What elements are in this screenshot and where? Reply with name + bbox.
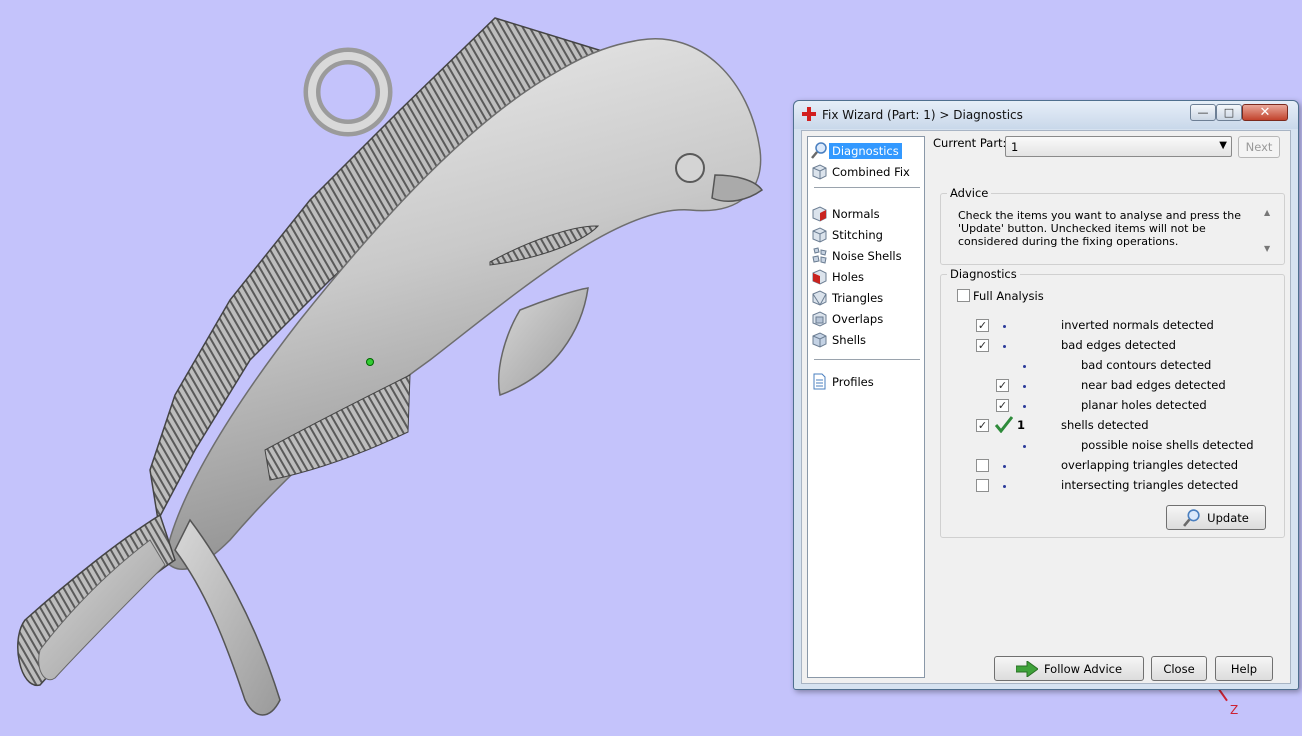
- nav-item-label: Overlaps: [832, 311, 884, 326]
- row-label-overlapping: overlapping triangles detected: [1061, 458, 1239, 472]
- current-part-select[interactable]: 1 ▼: [1005, 136, 1232, 157]
- pick-marker: [366, 358, 374, 366]
- fix-wizard-dialog: Fix Wizard (Part: 1) > Diagnostics — □ ✕…: [793, 100, 1299, 690]
- row-label-inverted-normals: inverted normals detected: [1061, 318, 1214, 332]
- nav-item-noise-shells[interactable]: Noise Shells: [811, 246, 921, 265]
- diagnostics-legend: Diagnostics: [947, 267, 1020, 281]
- holes-cube-icon: [812, 269, 827, 285]
- dialog-title: Fix Wizard (Part: 1) > Diagnostics: [822, 108, 1023, 122]
- help-button[interactable]: Help: [1215, 656, 1273, 681]
- nav-item-diagnostics[interactable]: Diagnostics: [811, 141, 921, 160]
- advice-text: Check the items you want to analyse and …: [958, 209, 1241, 248]
- row-checkbox-overlapping[interactable]: [976, 459, 989, 472]
- nav-item-label: Normals: [832, 206, 880, 221]
- shells-count: 1: [1017, 418, 1026, 432]
- z-axis-label: Z: [1230, 703, 1239, 717]
- nav-item-triangles[interactable]: Triangles: [811, 288, 921, 307]
- status-bullet: [1023, 385, 1026, 388]
- nav-item-combined-fix[interactable]: Combined Fix: [811, 162, 921, 181]
- red-cross-icon: [802, 107, 816, 121]
- status-bullet: [1003, 485, 1006, 488]
- magnifier-icon: [811, 142, 827, 159]
- row-checkbox-planar-holes[interactable]: ✓: [996, 399, 1009, 412]
- normals-cube-icon: [812, 206, 827, 222]
- nav-item-label: Shells: [832, 332, 867, 347]
- chevron-down-icon: ▼: [1219, 140, 1227, 151]
- row-checkbox-bad-edges[interactable]: ✓: [976, 339, 989, 352]
- scroll-down-icon[interactable]: ▼: [1264, 244, 1270, 253]
- fish-eye: [675, 153, 705, 183]
- row-label-intersecting: intersecting triangles detected: [1061, 478, 1239, 492]
- status-bullet: [1023, 365, 1026, 368]
- row-label-shells: shells detected: [1061, 418, 1149, 432]
- pelvic-fin: [497, 287, 589, 397]
- cube-icon: [812, 164, 827, 180]
- nav-item-label: Triangles: [832, 290, 884, 305]
- nav-item-stitching[interactable]: Stitching: [811, 225, 921, 244]
- ok-checkmark-icon: [995, 416, 1013, 433]
- close-window-button[interactable]: ✕: [1242, 104, 1288, 121]
- next-button[interactable]: Next: [1238, 136, 1280, 158]
- dialog-client: Diagnostics Combined Fix Normals Stitchi…: [801, 130, 1291, 684]
- row-checkbox-intersecting[interactable]: [976, 479, 989, 492]
- stitching-cube-icon: [812, 227, 827, 243]
- row-label-near-bad-edges: near bad edges detected: [1081, 378, 1226, 392]
- title-bar[interactable]: Fix Wizard (Part: 1) > Diagnostics — □ ✕: [794, 101, 1298, 129]
- scroll-up-icon[interactable]: ▲: [1264, 208, 1270, 217]
- nav-item-profiles[interactable]: Profiles: [811, 372, 921, 391]
- advice-scrollbar[interactable]: ▲ ▼: [1262, 208, 1276, 254]
- tail-fin-lower: [174, 518, 281, 716]
- row-checkbox-near-bad-edges[interactable]: ✓: [996, 379, 1009, 392]
- advice-panel: Check the items you want to analyse and …: [948, 204, 1280, 258]
- row-label-planar-holes: planar holes detected: [1081, 398, 1207, 412]
- update-label: Update: [1207, 510, 1249, 525]
- nav-item-overlaps[interactable]: Overlaps: [811, 309, 921, 328]
- full-analysis-label: Full Analysis: [973, 289, 1044, 303]
- current-part-label: Current Part:: [933, 136, 1007, 150]
- row-checkbox-inverted-normals[interactable]: ✓: [976, 319, 989, 332]
- nav-item-label: Combined Fix: [832, 164, 910, 179]
- status-bullet: [1003, 345, 1006, 348]
- nav-item-holes[interactable]: Holes: [811, 267, 921, 286]
- nav-item-label: Profiles: [832, 374, 874, 389]
- minimize-button[interactable]: —: [1190, 104, 1216, 121]
- current-part-value: 1: [1011, 140, 1019, 154]
- noise-shells-icon: [812, 247, 827, 264]
- status-bullet: [1023, 445, 1026, 448]
- status-bullet: [1003, 465, 1006, 468]
- close-button[interactable]: Close: [1151, 656, 1207, 681]
- nav-item-label: Stitching: [832, 227, 883, 242]
- status-bullet: [1023, 405, 1026, 408]
- magnifier-icon: [1183, 508, 1200, 527]
- wizard-nav-panel: Diagnostics Combined Fix Normals Stitchi…: [807, 136, 925, 678]
- triangles-cube-icon: [812, 290, 827, 306]
- nav-item-label: Diagnostics: [829, 142, 902, 159]
- follow-advice-label: Follow Advice: [1043, 661, 1123, 676]
- advice-legend: Advice: [947, 186, 992, 200]
- row-label-bad-contours: bad contours detected: [1081, 358, 1212, 372]
- overlaps-cube-icon: [812, 311, 827, 327]
- full-analysis-checkbox[interactable]: [957, 289, 970, 302]
- nav-item-shells[interactable]: Shells: [811, 330, 921, 349]
- row-checkbox-shells[interactable]: ✓: [976, 419, 989, 432]
- nav-separator: [814, 187, 920, 188]
- status-bullet: [1003, 325, 1006, 328]
- update-button[interactable]: Update: [1166, 505, 1266, 530]
- green-arrow-icon: [1015, 660, 1038, 677]
- row-label-bad-edges: bad edges detected: [1061, 338, 1176, 352]
- row-label-noise-shells: possible noise shells detected: [1081, 438, 1254, 452]
- nav-item-normals[interactable]: Normals: [811, 204, 921, 223]
- nav-item-label: Noise Shells: [832, 248, 902, 263]
- nav-item-label: Holes: [832, 269, 864, 284]
- document-icon: [813, 373, 826, 390]
- shells-cube-icon: [812, 332, 827, 348]
- nav-separator: [814, 359, 920, 360]
- follow-advice-button[interactable]: Follow Advice: [994, 656, 1144, 681]
- maximize-button[interactable]: □: [1216, 104, 1242, 121]
